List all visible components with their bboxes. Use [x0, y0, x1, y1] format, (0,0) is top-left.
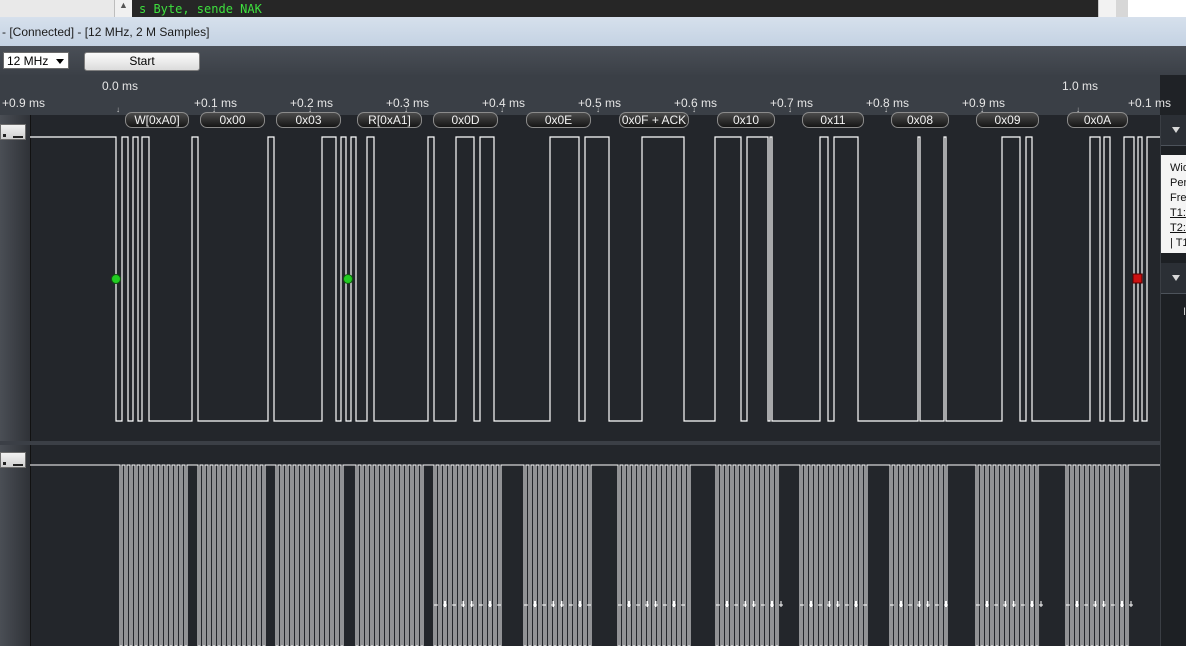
background-left-pane [0, 0, 114, 17]
ruler-tick-icon: ↓ [884, 105, 888, 114]
decoded-byte-pill[interactable]: 0x08 [891, 112, 949, 128]
dot-icon [3, 462, 6, 465]
sample-rate-value: 12 MHz [7, 54, 49, 68]
measurements-list: Wid Per Fre T1: T2: | T1 [1161, 155, 1186, 253]
channel-0-collapse-button[interactable] [0, 124, 26, 140]
decoded-byte-pill[interactable]: 0x0F + ACK [619, 112, 689, 128]
ruler-offset-label: +0.9 ms [2, 96, 46, 110]
background-scrollbar[interactable]: ▲ [114, 0, 133, 17]
start-button[interactable]: Start [84, 52, 200, 71]
start-condition-marker[interactable] [111, 274, 121, 284]
background-right-inner [1128, 0, 1186, 17]
background-console-text: s Byte, sende NAK [139, 2, 262, 16]
ruler-tick-icon: ↓ [788, 105, 792, 114]
chevron-down-icon [1172, 275, 1180, 281]
channel-0-gutter [0, 115, 31, 441]
minus-icon [13, 456, 23, 466]
title-bar: - [Connected] - [12 MHz, 2 M Samples] [0, 17, 1186, 47]
ruler-offset-label: +0.1 ms [1128, 96, 1172, 110]
background-console [132, 0, 1098, 17]
time-ruler[interactable]: 0.0 ms 1.0 ms +0.9 ms +0.1 ms +0.2 ms +0… [0, 75, 1171, 115]
background-window: ▲ s Byte, sende NAK [0, 0, 1186, 17]
sda-waveform[interactable] [30, 115, 1160, 441]
channel-1-collapse-button[interactable] [0, 452, 26, 468]
ruler-tick-icon: ↓ [500, 105, 504, 114]
chevron-down-icon [1172, 127, 1180, 133]
decoded-byte-pill[interactable]: 0x00 [200, 112, 265, 128]
start-condition-marker[interactable] [343, 274, 353, 284]
measure-period-label: Per [1170, 177, 1186, 189]
scroll-up-icon[interactable]: ▲ [119, 0, 128, 10]
measure-delta-label: | T1 [1170, 237, 1186, 249]
ruler-tick-icon: ↓ [692, 105, 696, 114]
measure-frequency-label: Fre [1170, 192, 1186, 204]
minus-icon [13, 128, 23, 138]
scl-waveform[interactable] [30, 445, 1160, 646]
decoded-byte-pill[interactable]: 0x0A [1067, 112, 1128, 128]
decoded-byte-pill[interactable]: 0x09 [976, 112, 1039, 128]
decoded-byte-pill[interactable]: 0x11 [802, 112, 864, 128]
dot-icon [3, 134, 6, 137]
decoded-byte-pill[interactable]: 0x0D [433, 112, 498, 128]
measurements-section-header[interactable] [1161, 115, 1186, 145]
analyzers-section-header[interactable] [1161, 263, 1186, 293]
decoded-byte-pill[interactable]: 0x03 [276, 112, 341, 128]
stop-condition-marker[interactable] [1132, 273, 1143, 284]
panel-divider [1161, 293, 1186, 294]
decoded-byte-pill[interactable]: 0x0E [526, 112, 591, 128]
ruler-tick-icon: ↓ [116, 105, 120, 114]
scl-trace [30, 464, 1160, 646]
measure-t1-label[interactable]: T1: [1170, 206, 1186, 221]
side-panel: Wid Per Fre T1: T2: | T1 I [1160, 115, 1186, 646]
measure-width-label: Wid [1170, 162, 1186, 174]
channel-1-gutter [0, 445, 31, 646]
sda-trace [30, 136, 1160, 422]
background-vertical-scrollbar[interactable] [1098, 0, 1117, 17]
decoded-byte-pill[interactable]: 0x10 [717, 112, 775, 128]
ruler-tick-icon: ↓ [596, 105, 600, 114]
decoded-byte-pill[interactable]: R[0xA1] [357, 112, 422, 128]
chevron-down-icon [56, 59, 64, 64]
decoded-byte-pill[interactable]: W[0xA0] [125, 112, 189, 128]
ruler-second-label: 1.0 ms [1062, 79, 1099, 93]
ruler-origin-label: 0.0 ms [102, 79, 139, 93]
window-title: - [Connected] - [12 MHz, 2 M Samples] [2, 25, 210, 39]
sample-rate-select[interactable]: 12 MHz [3, 52, 69, 69]
measure-t2-label[interactable]: T2: [1170, 221, 1186, 236]
